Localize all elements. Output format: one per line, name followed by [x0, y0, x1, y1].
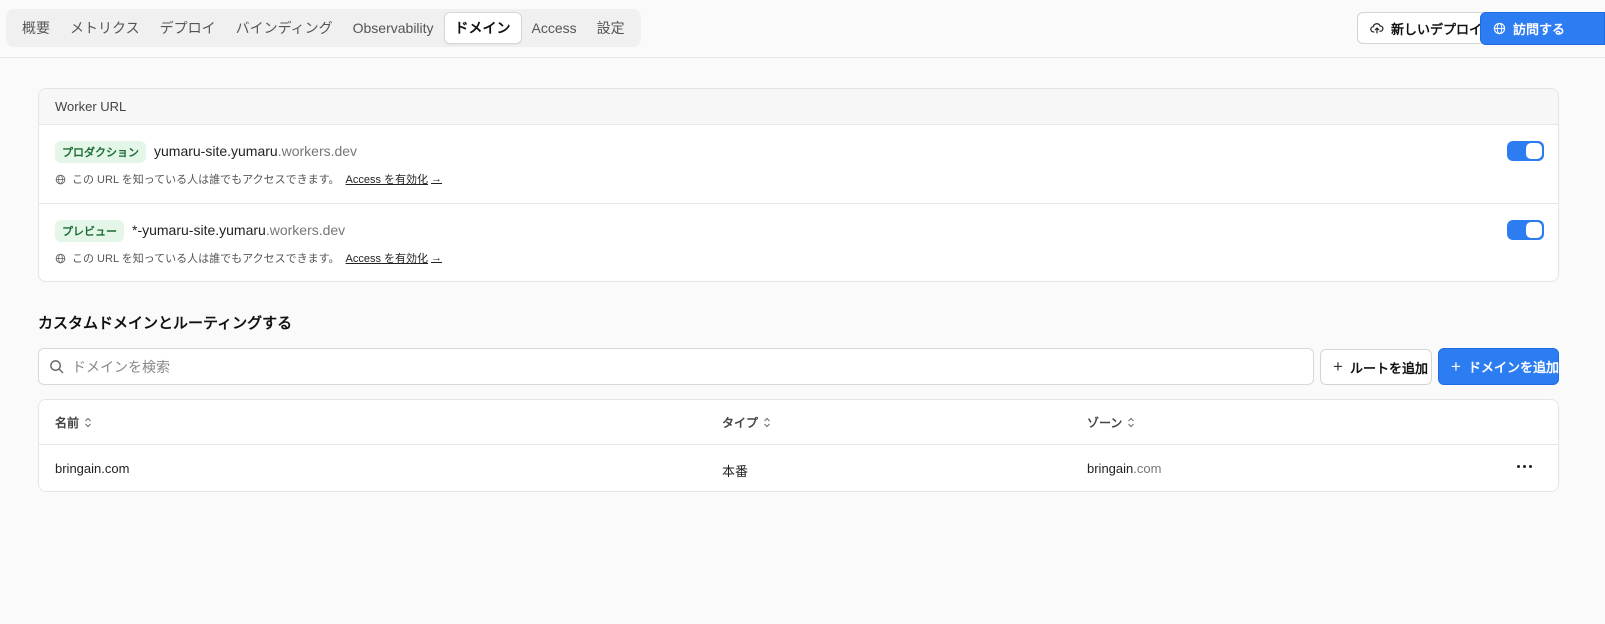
enable-access-label: Access を有効化: [345, 174, 429, 186]
plus-icon: +: [1333, 357, 1343, 376]
preview-url-row: プレビュー *-yumaru-site.yumaru.workers.dev こ…: [39, 203, 1558, 281]
preview-badge: プレビュー: [55, 220, 124, 242]
new-deploy-label: 新しいデプロイ: [1391, 21, 1483, 37]
zone-main: bringain: [1087, 461, 1134, 476]
search-placeholder: ドメインを検索: [72, 358, 170, 375]
tab-bar: 概要 メトリクス デプロイ バインディング Observability ドメイン…: [6, 9, 641, 47]
preview-enable-access-link[interactable]: Access を有効化 →: [346, 250, 443, 266]
production-access-note: この URL を知っている人は誰でもアクセスできます。: [72, 174, 340, 186]
visit-label: 訪問する: [1513, 22, 1566, 37]
column-zone[interactable]: ゾーン: [1087, 414, 1135, 431]
search-icon: [50, 360, 64, 374]
production-url-row: プロダクション yumaru-site.yumaru.workers.dev こ…: [39, 125, 1558, 203]
domain-search-input[interactable]: ドメインを検索: [38, 348, 1314, 385]
arrow-right-icon: →: [431, 173, 443, 185]
tab-bindings[interactable]: バインディング: [226, 13, 343, 43]
visit-button[interactable]: 訪問する: [1480, 12, 1605, 45]
sort-icon: [764, 417, 770, 428]
preview-url[interactable]: *-yumaru-site.yumaru: [132, 222, 266, 238]
preview-access-note: この URL を知っている人は誰でもアクセスできます。: [72, 253, 340, 265]
globe-icon: [55, 253, 66, 263]
toggle-knob: [1526, 143, 1542, 159]
plus-icon: +: [1451, 356, 1461, 376]
table-header: 名前 タイプ ゾーン: [39, 400, 1558, 445]
preview-toggle[interactable]: [1507, 220, 1544, 240]
more-actions-icon[interactable]: [1517, 465, 1532, 468]
domain-zone: bringain.com: [1087, 461, 1161, 476]
production-enable-access-link[interactable]: Access を有効化 →: [346, 171, 443, 187]
tab-deployments[interactable]: デプロイ: [150, 13, 226, 43]
sort-icon: [85, 417, 91, 428]
globe-icon: [55, 174, 66, 184]
production-badge: プロダクション: [55, 141, 146, 163]
domain-name[interactable]: bringain.com: [55, 461, 129, 476]
custom-domains-title: カスタムドメインとルーティングする: [38, 315, 293, 332]
tab-observability[interactable]: Observability: [343, 13, 444, 43]
worker-url-title: Worker URL: [39, 89, 1558, 125]
production-toggle[interactable]: [1507, 141, 1544, 161]
production-url-suffix: .workers.dev: [277, 143, 358, 159]
tab-access[interactable]: Access: [522, 13, 587, 43]
add-domain-label: ドメインを追加: [1467, 360, 1559, 375]
worker-url-card: Worker URL プロダクション yumaru-site.yumaru.wo…: [38, 88, 1559, 282]
column-type-label: タイプ: [722, 416, 759, 430]
globe-icon: [1493, 22, 1506, 35]
zone-suffix: .com: [1133, 461, 1162, 476]
tab-domains[interactable]: ドメイン: [443, 12, 522, 44]
column-zone-label: ゾーン: [1087, 416, 1123, 430]
toggle-knob: [1526, 222, 1542, 238]
domains-table: 名前 タイプ ゾーン bringain.com 本番 bringain.com: [38, 399, 1559, 492]
add-route-button[interactable]: + ルートを追加: [1320, 349, 1432, 385]
add-route-label: ルートを追加: [1349, 360, 1428, 376]
preview-url-suffix: .workers.dev: [265, 222, 346, 238]
column-name-label: 名前: [55, 416, 80, 430]
column-name[interactable]: 名前: [55, 414, 92, 431]
tab-metrics[interactable]: メトリクス: [60, 13, 150, 43]
cloud-upload-icon: [1370, 23, 1384, 34]
top-bar: 概要 メトリクス デプロイ バインディング Observability ドメイン…: [0, 0, 1605, 58]
tab-settings[interactable]: 設定: [587, 13, 635, 43]
tab-overview[interactable]: 概要: [12, 13, 60, 43]
column-type[interactable]: タイプ: [722, 414, 771, 431]
production-url[interactable]: yumaru-site.yumaru: [154, 143, 278, 159]
arrow-right-icon: →: [431, 252, 443, 264]
new-deploy-button[interactable]: 新しいデプロイ: [1357, 12, 1496, 44]
table-row: bringain.com 本番 bringain.com: [39, 445, 1558, 491]
domain-type: 本番: [722, 464, 749, 479]
enable-access-label: Access を有効化: [345, 253, 429, 265]
sort-icon: [1128, 417, 1135, 428]
add-domain-button[interactable]: + ドメインを追加: [1438, 348, 1559, 385]
